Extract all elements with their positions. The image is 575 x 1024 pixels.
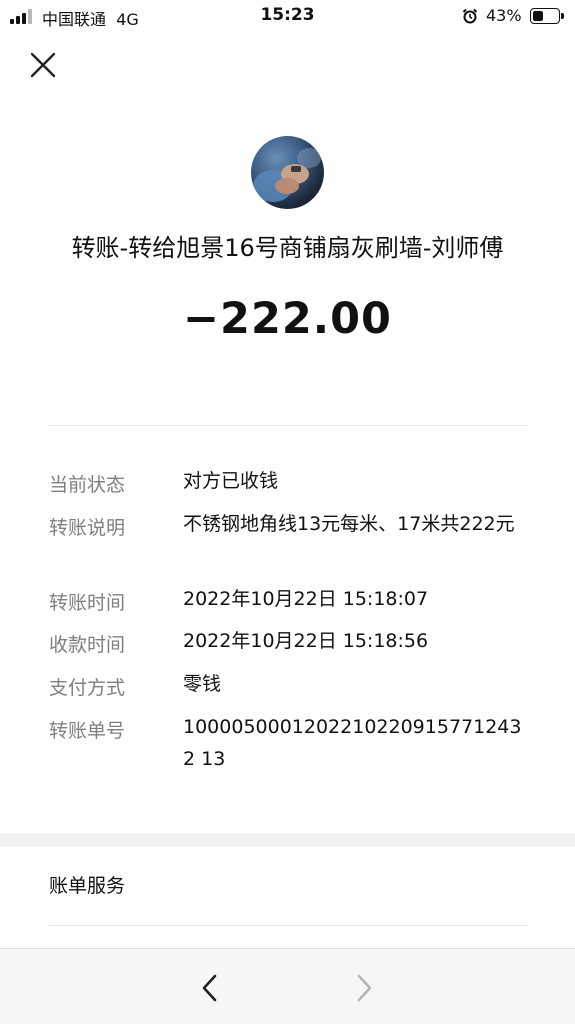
payment-method-value: 零钱 [183, 673, 222, 695]
transfer-title: 转账-转给旭景16号商铺扇灰刷墙-刘师傅 [71, 234, 504, 262]
avatar [251, 136, 324, 209]
divider [49, 925, 527, 926]
alarm-icon [462, 8, 478, 24]
chevron-right-icon [357, 974, 372, 1002]
avatar-image [253, 148, 321, 202]
section-gap [0, 833, 575, 847]
chevron-left-icon[interactable] [196, 971, 224, 1005]
payment-method-label: 支付方式 [49, 677, 126, 699]
battery-icon [530, 8, 560, 24]
battery-percent: 43% [486, 6, 522, 25]
transfer-id-label: 转账单号 [49, 720, 126, 742]
battery-cap [561, 13, 564, 19]
status-bar: 中国联通 4G 15:23 43% [0, 0, 575, 34]
divider [49, 425, 527, 426]
transfer-amount: −222.00 [183, 294, 392, 344]
close-icon[interactable] [26, 48, 60, 82]
bottom-nav-bar [0, 948, 575, 1024]
status-value: 对方已收钱 [183, 470, 279, 492]
note-value: 不锈钢地角线13元每米、17米共222元 [183, 513, 515, 535]
bill-service-link[interactable]: 账单服务 [49, 871, 125, 898]
battery-fill [533, 11, 543, 21]
receive-time-value: 2022年10月22日 15:18:56 [183, 630, 429, 652]
transfer-time-label: 转账时间 [49, 592, 126, 614]
receive-time-label: 收款时间 [49, 634, 126, 656]
note-label: 转账说明 [49, 517, 126, 539]
transfer-id-value: 10000500012022102209157712432 13 [183, 716, 522, 770]
transfer-time-value: 2022年10月22日 15:18:07 [183, 588, 429, 610]
status-label: 当前状态 [49, 474, 126, 496]
